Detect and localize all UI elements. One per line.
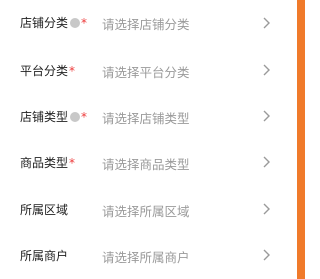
accent-edge xyxy=(297,0,305,279)
shop-category-row[interactable]: 店铺分类 * 请选择店铺分类 xyxy=(0,0,297,46)
merchant-label-group: 所属商户 xyxy=(20,247,68,264)
shop-category-label-group: 店铺分类 * xyxy=(20,14,87,31)
shop-category-label: 店铺分类 xyxy=(20,16,69,30)
product-type-label: 商品类型 xyxy=(20,156,69,170)
platform-category-label-group: 平台分类 * xyxy=(20,62,75,79)
required-asterisk: * xyxy=(81,15,88,30)
platform-category-row[interactable]: 平台分类 * 请选择平台分类 xyxy=(0,46,297,92)
chevron-right-icon[interactable] xyxy=(261,16,271,30)
merchant-label: 所属商户 xyxy=(20,249,69,263)
chevron-right-icon[interactable] xyxy=(261,248,271,262)
product-type-row[interactable]: 商品类型 * 请选择商品类型 xyxy=(0,138,297,184)
required-asterisk: * xyxy=(69,155,76,170)
chevron-right-icon[interactable] xyxy=(261,63,271,77)
shop-type-row[interactable]: 店铺类型 * 请选择店铺类型 xyxy=(0,92,297,138)
shop-form: 店铺分类 * 请选择店铺分类 平台分类 * 请选择平台分类 店铺类型 * 请选择… xyxy=(0,0,297,279)
platform-category-placeholder[interactable]: 请选择平台分类 xyxy=(102,62,190,81)
shop-category-placeholder[interactable]: 请选择店铺分类 xyxy=(102,14,190,33)
shop-type-placeholder[interactable]: 请选择店铺类型 xyxy=(102,108,190,127)
merchant-placeholder[interactable]: 请选择所属商户 xyxy=(102,247,190,266)
info-dot-icon[interactable] xyxy=(70,111,81,122)
info-dot-icon[interactable] xyxy=(70,17,81,28)
shop-type-label-group: 店铺类型 * xyxy=(20,108,87,125)
product-type-label-group: 商品类型 * xyxy=(20,154,75,171)
chevron-right-icon[interactable] xyxy=(261,202,271,216)
required-asterisk: * xyxy=(81,109,88,124)
region-label-group: 所属区域 xyxy=(20,201,68,218)
chevron-right-icon[interactable] xyxy=(261,109,271,123)
platform-category-label: 平台分类 xyxy=(20,64,69,78)
required-asterisk: * xyxy=(69,63,76,78)
region-label: 所属区域 xyxy=(20,203,69,217)
chevron-right-icon[interactable] xyxy=(261,155,271,169)
product-type-placeholder[interactable]: 请选择商品类型 xyxy=(102,154,190,173)
region-placeholder[interactable]: 请选择所属区域 xyxy=(102,201,190,220)
region-row[interactable]: 所属区域 请选择所属区域 xyxy=(0,184,297,230)
merchant-row[interactable]: 所属商户 请选择所属商户 xyxy=(0,230,297,276)
shop-type-label: 店铺类型 xyxy=(20,110,69,124)
